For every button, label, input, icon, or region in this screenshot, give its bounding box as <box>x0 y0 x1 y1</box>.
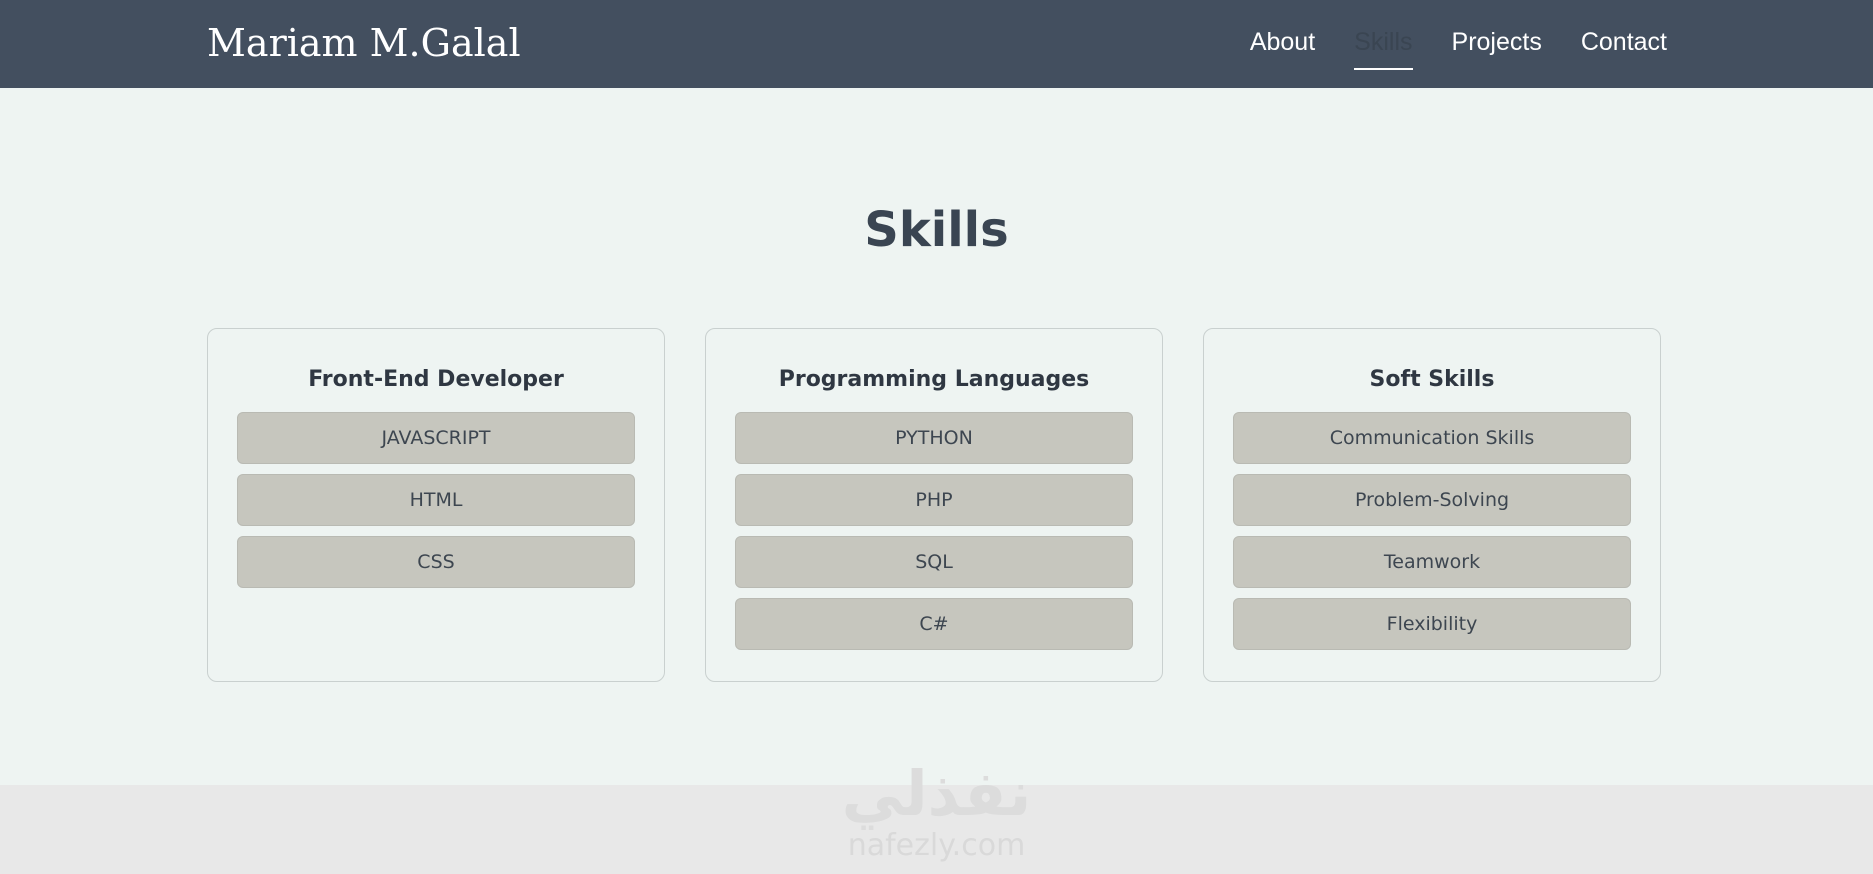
skill-pill[interactable]: SQL <box>735 536 1133 588</box>
skill-card-frontend: Front-End Developer JAVASCRIPT HTML CSS <box>207 328 665 682</box>
nav-links: About Skills Projects Contact <box>1211 24 1667 70</box>
card-title: Soft Skills <box>1369 367 1495 392</box>
skill-pill[interactable]: C# <box>735 598 1133 650</box>
skill-pill[interactable]: Problem-Solving <box>1233 474 1631 526</box>
brand-name[interactable]: Mariam M.Galal <box>207 18 521 68</box>
nav-link-about[interactable]: About <box>1250 24 1315 60</box>
skill-card-soft: Soft Skills Communication Skills Problem… <box>1203 328 1661 682</box>
nav-link-contact[interactable]: Contact <box>1581 24 1667 60</box>
nav-link-projects[interactable]: Projects <box>1452 24 1542 60</box>
skill-pill[interactable]: Flexibility <box>1233 598 1631 650</box>
skill-pill[interactable]: Teamwork <box>1233 536 1631 588</box>
skills-cards: Front-End Developer JAVASCRIPT HTML CSS … <box>207 328 1661 682</box>
skill-pill[interactable]: PHP <box>735 474 1133 526</box>
skill-card-programming: Programming Languages PYTHON PHP SQL C# <box>705 328 1163 682</box>
skill-pill[interactable]: CSS <box>237 536 635 588</box>
footer <box>0 785 1873 874</box>
nav-link-skills[interactable]: Skills <box>1354 24 1413 70</box>
skill-pill[interactable]: JAVASCRIPT <box>237 412 635 464</box>
navbar: Mariam M.Galal About Skills Projects Con… <box>0 0 1873 88</box>
section-title: Skills <box>864 202 1009 258</box>
skill-pill[interactable]: HTML <box>237 474 635 526</box>
card-title: Programming Languages <box>778 367 1090 392</box>
skill-pill[interactable]: Communication Skills <box>1233 412 1631 464</box>
card-title: Front-End Developer <box>308 367 564 392</box>
skill-pill[interactable]: PYTHON <box>735 412 1133 464</box>
